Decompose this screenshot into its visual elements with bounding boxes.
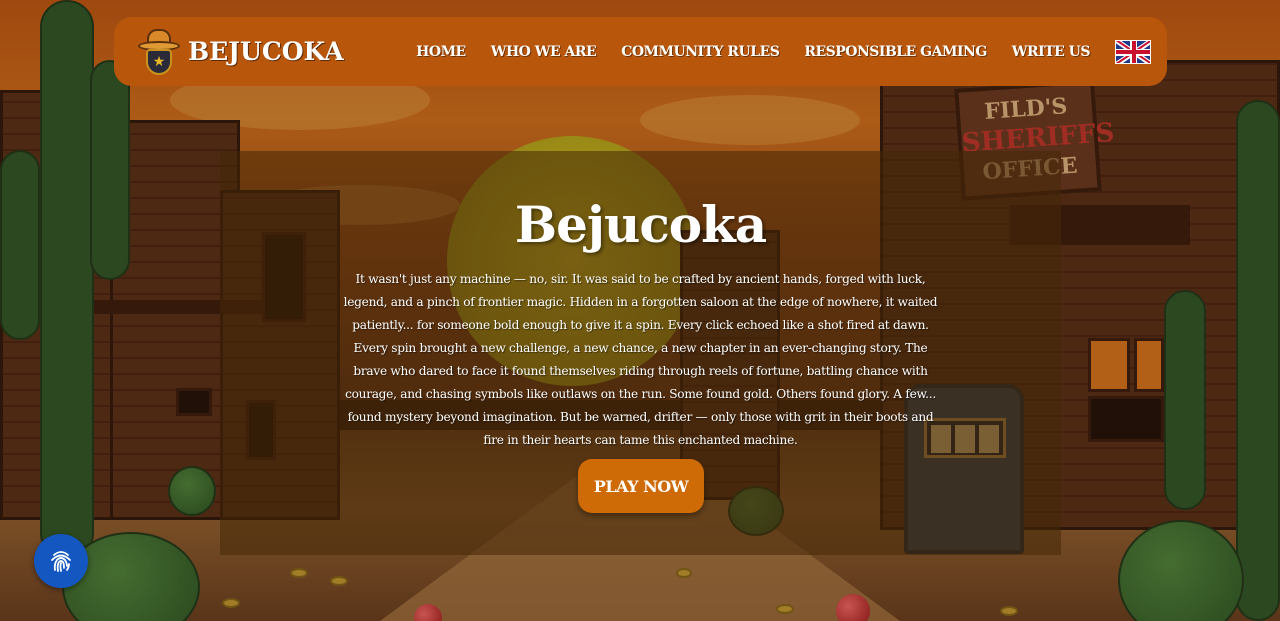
hero-title: Bejucoka (514, 195, 767, 254)
nav-home[interactable]: HOME (416, 44, 466, 60)
nav-who-we-are[interactable]: WHO WE ARE (491, 44, 597, 60)
sheriff-hat-badge-icon: ★ (138, 27, 180, 77)
nav-write-us[interactable]: WRITE US (1012, 44, 1091, 60)
nav-responsible-gaming[interactable]: RESPONSIBLE GAMING (804, 44, 987, 60)
play-now-button[interactable]: PLAY NOW (578, 459, 704, 513)
main-nav: HOME WHO WE ARE COMMUNITY RULES RESPONSI… (416, 39, 1151, 64)
hero-panel: Bejucoka It wasn't just any machine — no… (220, 151, 1061, 555)
hero-description: It wasn't just any machine — no, sir. It… (343, 272, 938, 447)
uk-flag-icon[interactable] (1115, 39, 1151, 64)
nav-community-rules[interactable]: COMMUNITY RULES (621, 44, 780, 60)
brand-logo[interactable]: ★ BEJUCOKA (138, 27, 344, 77)
brand-name: BEJUCOKA (188, 37, 344, 66)
fingerprint-icon (51, 551, 71, 572)
fingerprint-button[interactable] (34, 534, 88, 588)
site-header: ★ BEJUCOKA HOME WHO WE ARE COMMUNITY RUL… (114, 17, 1167, 86)
